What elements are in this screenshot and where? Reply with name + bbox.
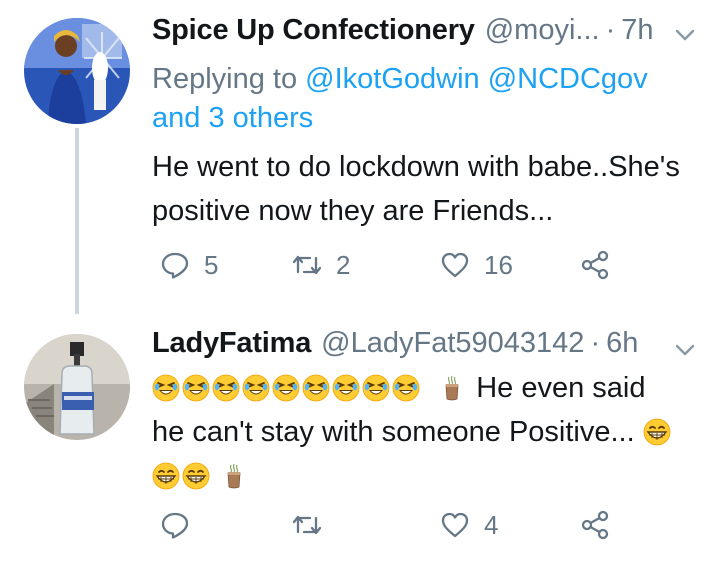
share-button[interactable] bbox=[580, 245, 610, 285]
chevron-down-icon[interactable] bbox=[672, 22, 698, 48]
retweet-button[interactable] bbox=[292, 505, 336, 545]
rolling-laughing-emoji bbox=[182, 374, 210, 402]
tweet-text: He even said he can't stay with someone … bbox=[152, 366, 707, 498]
tea-emoji bbox=[445, 375, 459, 401]
retweet-icon bbox=[292, 515, 322, 535]
separator: · bbox=[605, 14, 616, 46]
tweet-text: He went to do lockdown with babe..She's … bbox=[152, 145, 712, 233]
tweet-text-line: positive now they are Friends... bbox=[152, 195, 554, 227]
tweet-text-part: He even said bbox=[476, 372, 646, 404]
heart-icon bbox=[441, 512, 469, 538]
rolling-laughing-emoji bbox=[242, 374, 270, 402]
like-count: 16 bbox=[484, 249, 513, 280]
rolling-laughing-emoji bbox=[332, 374, 360, 402]
share-icon bbox=[581, 250, 609, 280]
rolling-laughing-emoji bbox=[392, 374, 420, 402]
tweet[interactable]: Spice Up Confectionery @moyi... · 7h Rep… bbox=[0, 0, 720, 314]
grinning-emoji bbox=[182, 462, 210, 490]
reply-button[interactable] bbox=[160, 505, 204, 545]
heart-icon bbox=[441, 252, 469, 278]
reply-icon bbox=[161, 512, 189, 539]
tweet[interactable]: LadyFatima @LadyFat59043142 · 6h He even… bbox=[0, 310, 720, 562]
tweet-actions: 5 2 16 bbox=[160, 245, 630, 285]
display-name[interactable]: Spice Up Confectionery bbox=[152, 14, 475, 47]
reply-count: 5 bbox=[204, 249, 219, 280]
retweet-button[interactable]: 2 bbox=[292, 245, 350, 285]
rolling-laughing-emoji bbox=[362, 374, 390, 402]
display-name[interactable]: LadyFatima bbox=[152, 327, 311, 360]
chevron-down-icon[interactable] bbox=[672, 337, 698, 363]
tweet-actions: 4 bbox=[160, 505, 630, 545]
tweet-header: Spice Up Confectionery @moyi... · 7h bbox=[152, 14, 700, 47]
like-button[interactable]: 4 bbox=[440, 505, 498, 545]
tea-emoji bbox=[227, 463, 241, 489]
replying-to: Replying to @IkotGodwin @NCDCgov and 3 o… bbox=[152, 60, 672, 138]
like-button[interactable]: 16 bbox=[440, 245, 513, 285]
user-handle[interactable]: @LadyFat59043142 bbox=[321, 327, 584, 360]
separator: · bbox=[590, 327, 601, 359]
rolling-laughing-emoji bbox=[152, 374, 180, 402]
rolling-laughing-emoji bbox=[212, 374, 240, 402]
reply-icon bbox=[161, 252, 189, 279]
grinning-emoji bbox=[642, 418, 671, 446]
timestamp[interactable]: 7h bbox=[621, 14, 653, 47]
replying-to-users[interactable]: @IkotGodwin @NCDCgov bbox=[305, 63, 648, 95]
tweet-header: LadyFatima @LadyFat59043142 · 6h bbox=[152, 327, 700, 360]
retweet-count: 2 bbox=[336, 249, 351, 280]
replying-to-label: Replying to bbox=[152, 63, 298, 95]
retweet-icon bbox=[292, 255, 322, 275]
grinning-emoji bbox=[152, 462, 180, 490]
reply-button[interactable]: 5 bbox=[160, 245, 218, 285]
timestamp[interactable]: 6h bbox=[606, 327, 638, 360]
share-button[interactable] bbox=[580, 505, 610, 545]
tweet-text-part: he can't stay with someone Positive... bbox=[152, 416, 635, 448]
rolling-laughing-emoji bbox=[272, 374, 300, 402]
replying-to-others[interactable]: and 3 others bbox=[152, 102, 313, 134]
avatar[interactable] bbox=[24, 18, 130, 124]
tweet-text-line: He went to do lockdown with babe..She's bbox=[152, 151, 680, 183]
thread-line bbox=[75, 128, 79, 314]
user-handle[interactable]: @moyi... bbox=[485, 14, 600, 47]
like-count: 4 bbox=[484, 509, 499, 540]
share-icon bbox=[581, 510, 609, 540]
avatar[interactable] bbox=[24, 334, 130, 440]
rolling-laughing-emoji bbox=[302, 374, 330, 402]
